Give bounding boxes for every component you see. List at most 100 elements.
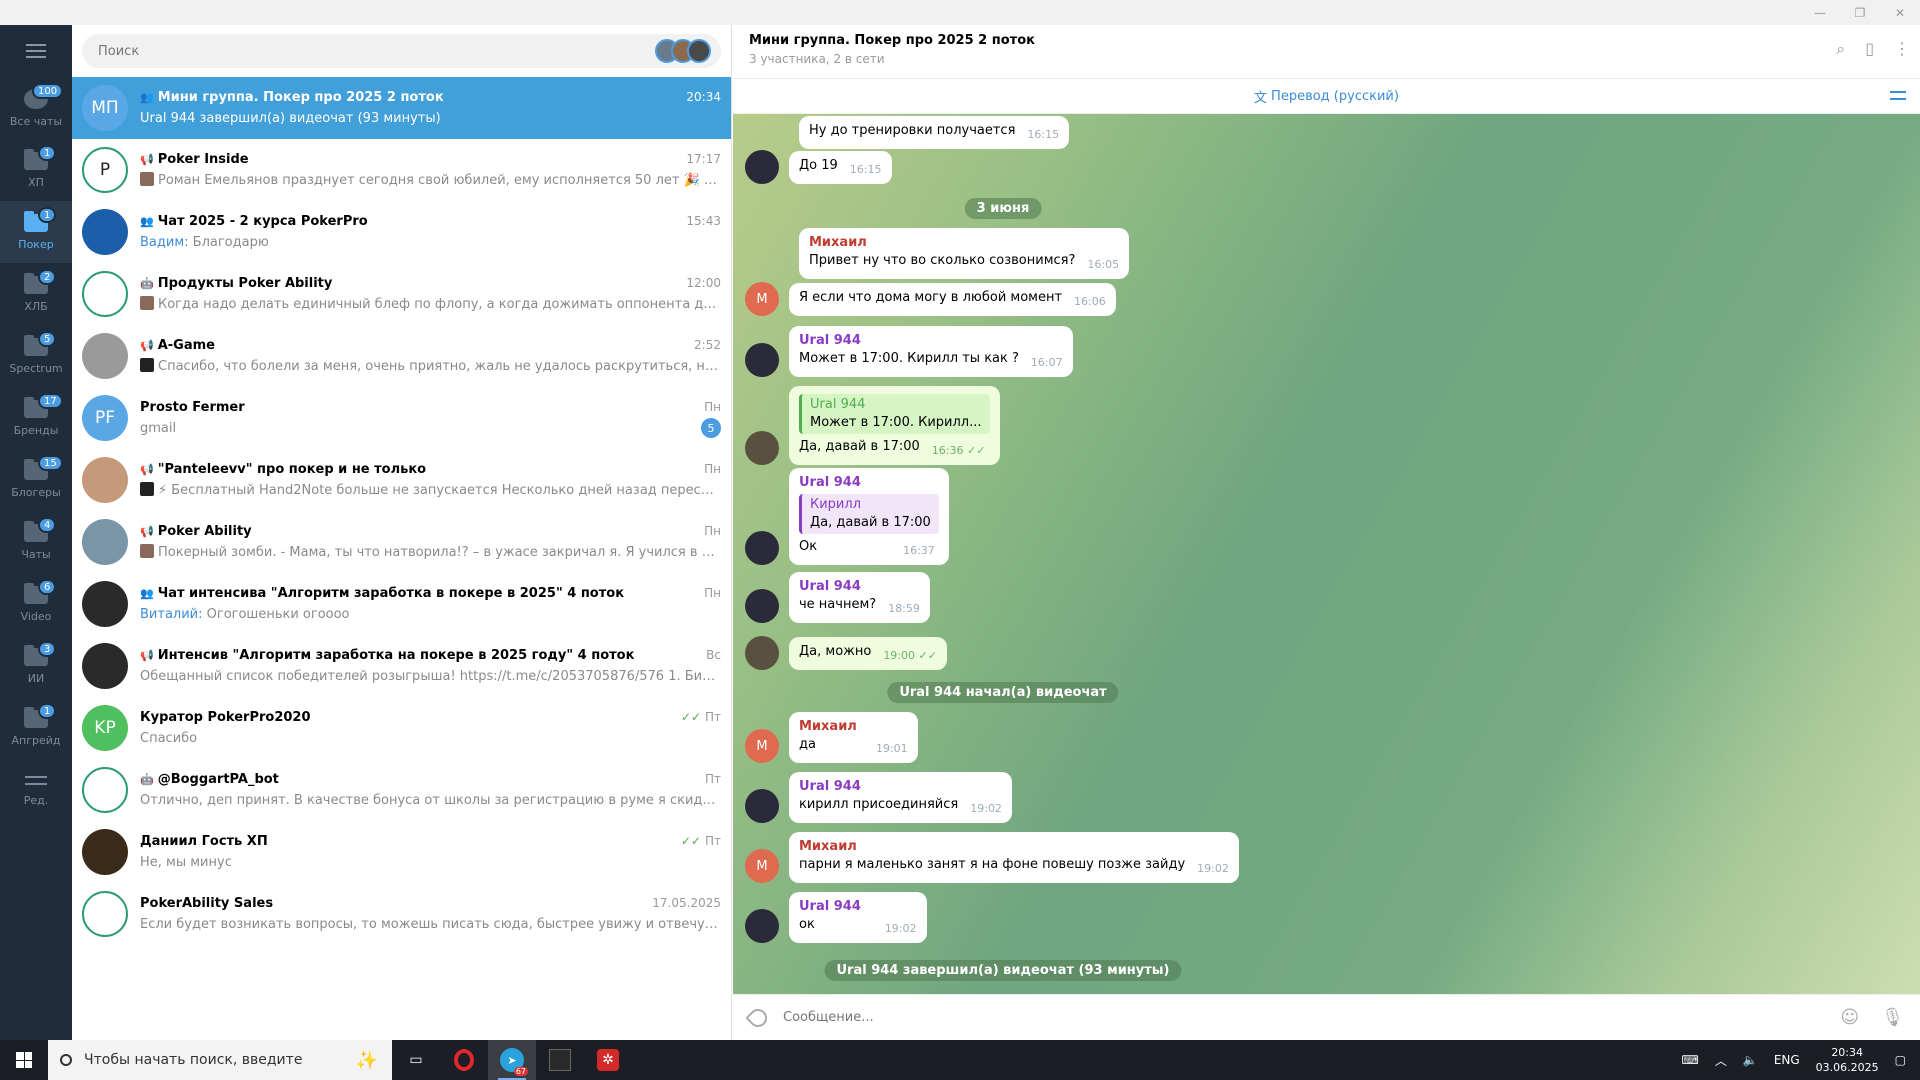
translate-settings-icon[interactable] xyxy=(1890,89,1906,103)
chat-item[interactable]: PokerAbility Sales 17.05.2025 Если будет в… xyxy=(72,883,731,945)
notifications-icon[interactable]: ▢ xyxy=(1895,1053,1906,1067)
maximize-button[interactable]: ❐ xyxy=(1840,0,1880,25)
avatar[interactable] xyxy=(745,150,779,184)
chat-item[interactable]: 👥 Чат 2025 - 2 курса PokerPro 15:43 Вадим: … xyxy=(72,201,731,263)
chat-item[interactable]: 📢 Poker Ability Пн Покерный зомби. - Мама, … xyxy=(72,511,731,573)
folder-label: Покер xyxy=(18,237,54,251)
message-bubble[interactable]: Да, можно 19:00 ✓✓ xyxy=(789,637,947,670)
app-icon[interactable] xyxy=(536,1040,584,1080)
message-bubble[interactable]: Я если что дома могу в любой момент 16:06 xyxy=(789,283,1116,316)
folder-0[interactable]: Все чаты 100 xyxy=(0,77,72,139)
minimize-button[interactable]: — xyxy=(1800,0,1840,25)
avatar[interactable] xyxy=(745,909,779,943)
message-bubble[interactable]: До 19 16:15 xyxy=(789,151,892,184)
chevron-up-icon[interactable]: ︿ xyxy=(1715,1052,1727,1069)
chat-header[interactable]: Мини группа. Покер про 2025 2 поток 3 уч… xyxy=(733,25,1920,79)
start-button[interactable] xyxy=(0,1040,48,1080)
stories-avatars[interactable] xyxy=(655,39,711,63)
message-bubble[interactable]: Ural 944 кирилл присоединяйся 19:02 xyxy=(789,772,1012,823)
chat-type-icon: 👥 xyxy=(140,586,154,600)
avatar[interactable]: М xyxy=(745,729,779,763)
app-gear-icon[interactable]: ✲ xyxy=(584,1040,632,1080)
clock[interactable]: 20:34 03.06.2025 xyxy=(1816,1045,1879,1075)
taskbar-search[interactable]: Чтобы начать поиск, введите ✨ xyxy=(48,1040,392,1080)
chat-item[interactable]: МП 👥 Мини группа. Покер про 2025 2 поток 20… xyxy=(72,77,731,139)
search-box[interactable] xyxy=(82,34,721,68)
message-bubble[interactable]: Ural 944 Может в 17:00. Кирилл... Да, дав… xyxy=(789,386,1000,465)
avatar[interactable] xyxy=(745,636,779,670)
avatar[interactable] xyxy=(745,531,779,565)
message-bubble[interactable]: Ural 944 че начнем? 18:59 xyxy=(789,572,930,623)
chat-item[interactable]: Даниил Гость ХП ✓✓ Пт Не, мы минус xyxy=(72,821,731,883)
folder-4[interactable]: Spectrum 5 xyxy=(0,325,72,387)
folder-7[interactable]: Чаты 4 xyxy=(0,511,72,573)
chat-item[interactable]: 🤖 @BoggartPA_bot Пт Отлично, деп принят. В … xyxy=(72,759,731,821)
preview-text: gmail xyxy=(140,420,177,436)
chat-item[interactable]: KP Куратор PokerPro2020 ✓✓ Пт Спасибо xyxy=(72,697,731,759)
chat-item[interactable]: 👥 Чат интенсива "Алгоритм заработка в пок… xyxy=(72,573,731,635)
menu-button[interactable] xyxy=(0,25,72,77)
folder-5[interactable]: Бренды 17 xyxy=(0,387,72,449)
message-bubble[interactable]: Ну до тренировки получается 16:15 xyxy=(799,116,1070,149)
folder-2[interactable]: Покер 1 xyxy=(0,201,72,263)
chat-item[interactable]: PF Prosto Fermer Пн gmail 5 xyxy=(72,387,731,449)
chat-item[interactable]: 📢 Интенсив "Алгоритм заработка на покере … xyxy=(72,635,731,697)
microphone-icon[interactable]: 🎙 xyxy=(1881,1007,1904,1028)
reply-quote[interactable]: Ural 944 Может в 17:00. Кирилл... xyxy=(799,394,990,434)
search-input[interactable] xyxy=(98,43,498,59)
chat-preview: Покерный зомби. - Мама, ты что натворила… xyxy=(140,544,721,560)
message: Ural 944 Кирилл Да, давай в 17:00 Ок 16:37 xyxy=(745,468,949,565)
folder-1[interactable]: ХП 1 xyxy=(0,139,72,201)
clock-date: 03.06.2025 xyxy=(1815,1061,1879,1074)
avatar[interactable] xyxy=(745,789,779,823)
telegram-icon[interactable]: ➤ 67 xyxy=(488,1040,536,1080)
message-bubble[interactable]: Ural 944 Может в 17:00. Кирилл ты как ? 16… xyxy=(789,326,1073,377)
message-bubble[interactable]: Ural 944 ок 19:02 xyxy=(789,892,927,943)
avatar[interactable] xyxy=(745,589,779,623)
chat-item[interactable]: 🤖 Продукты Poker Ability 12:00 Когда надо д… xyxy=(72,263,731,325)
more-icon[interactable]: ⋮ xyxy=(1894,39,1910,59)
unread-badge: 3 xyxy=(38,641,57,657)
close-button[interactable]: ✕ xyxy=(1880,0,1920,25)
avatar[interactable] xyxy=(745,431,779,465)
chat-item[interactable]: 📢 A-Game 2:52 Спасибо, что болели за меня, … xyxy=(72,325,731,387)
preview-thumbnail xyxy=(140,172,154,186)
message-input[interactable] xyxy=(783,1010,1841,1025)
folder-6[interactable]: Блогеры 15 xyxy=(0,449,72,511)
folder-8[interactable]: Video 6 xyxy=(0,573,72,635)
chat-name: 👥 Мини группа. Покер про 2025 2 поток xyxy=(140,90,444,105)
search-icon[interactable]: ⌕ xyxy=(1836,39,1845,59)
folder-3[interactable]: ХЛБ 2 xyxy=(0,263,72,325)
reply-quote[interactable]: Кирилл Да, давай в 17:00 xyxy=(799,494,939,534)
chat-body: PokerAbility Sales 17.05.2025 Если будет в… xyxy=(140,893,721,935)
chat-body: 📢 Poker Ability Пн Покерный зомби. - Мама, … xyxy=(140,521,721,563)
translate-bar[interactable]: 文 Перевод (русский) xyxy=(733,79,1920,114)
chat-time: 20:34 xyxy=(686,90,721,104)
emoji-icon[interactable]: ☺ xyxy=(1840,1007,1859,1028)
sidebar-toggle-icon[interactable]: ▯ xyxy=(1865,39,1874,59)
chat-preview: Виталий: Огогошеньки огоооо xyxy=(140,607,350,622)
chat-time-text: Пн xyxy=(704,524,721,538)
volume-icon[interactable]: 🔈 xyxy=(1743,1053,1758,1067)
avatar[interactable] xyxy=(745,343,779,377)
attach-icon[interactable] xyxy=(745,1004,771,1031)
folder-11[interactable]: Ред. xyxy=(0,759,72,821)
message-area: Ну до тренировки получается 16:15 До 19 16… xyxy=(733,114,1920,994)
message-bubble[interactable]: Михаил парни я маленько занят я на фоне п… xyxy=(789,832,1239,883)
avatar[interactable]: М xyxy=(745,849,779,883)
avatar[interactable]: М xyxy=(745,282,779,316)
message-bubble[interactable]: Ural 944 Кирилл Да, давай в 17:00 Ок 16:37 xyxy=(789,468,949,565)
opera-icon[interactable] xyxy=(440,1040,488,1080)
chat-item[interactable]: P 📢 Poker Inside 17:17 Роман Емельянов празд… xyxy=(72,139,731,201)
chat-item[interactable]: 📢 "Panteleevv" про покер и не только Пн ⚡ Б… xyxy=(72,449,731,511)
message-bubble[interactable]: Михаил Привет ну что во сколько созвонимс… xyxy=(799,228,1130,279)
chat-type-icon: 👥 xyxy=(140,90,154,104)
folder-9[interactable]: ИИ 3 xyxy=(0,635,72,697)
message-bubble[interactable]: Михаил да 19:01 xyxy=(789,712,918,763)
folder-10[interactable]: Апгрейд 1 xyxy=(0,697,72,759)
chat-name: 📢 A-Game xyxy=(140,338,215,353)
task-view-icon[interactable]: ▭ xyxy=(392,1040,440,1080)
reply-author: Кирилл xyxy=(810,497,861,512)
language-indicator[interactable]: ENG xyxy=(1774,1053,1800,1067)
keyboard-icon[interactable]: ⌨ xyxy=(1682,1053,1699,1067)
